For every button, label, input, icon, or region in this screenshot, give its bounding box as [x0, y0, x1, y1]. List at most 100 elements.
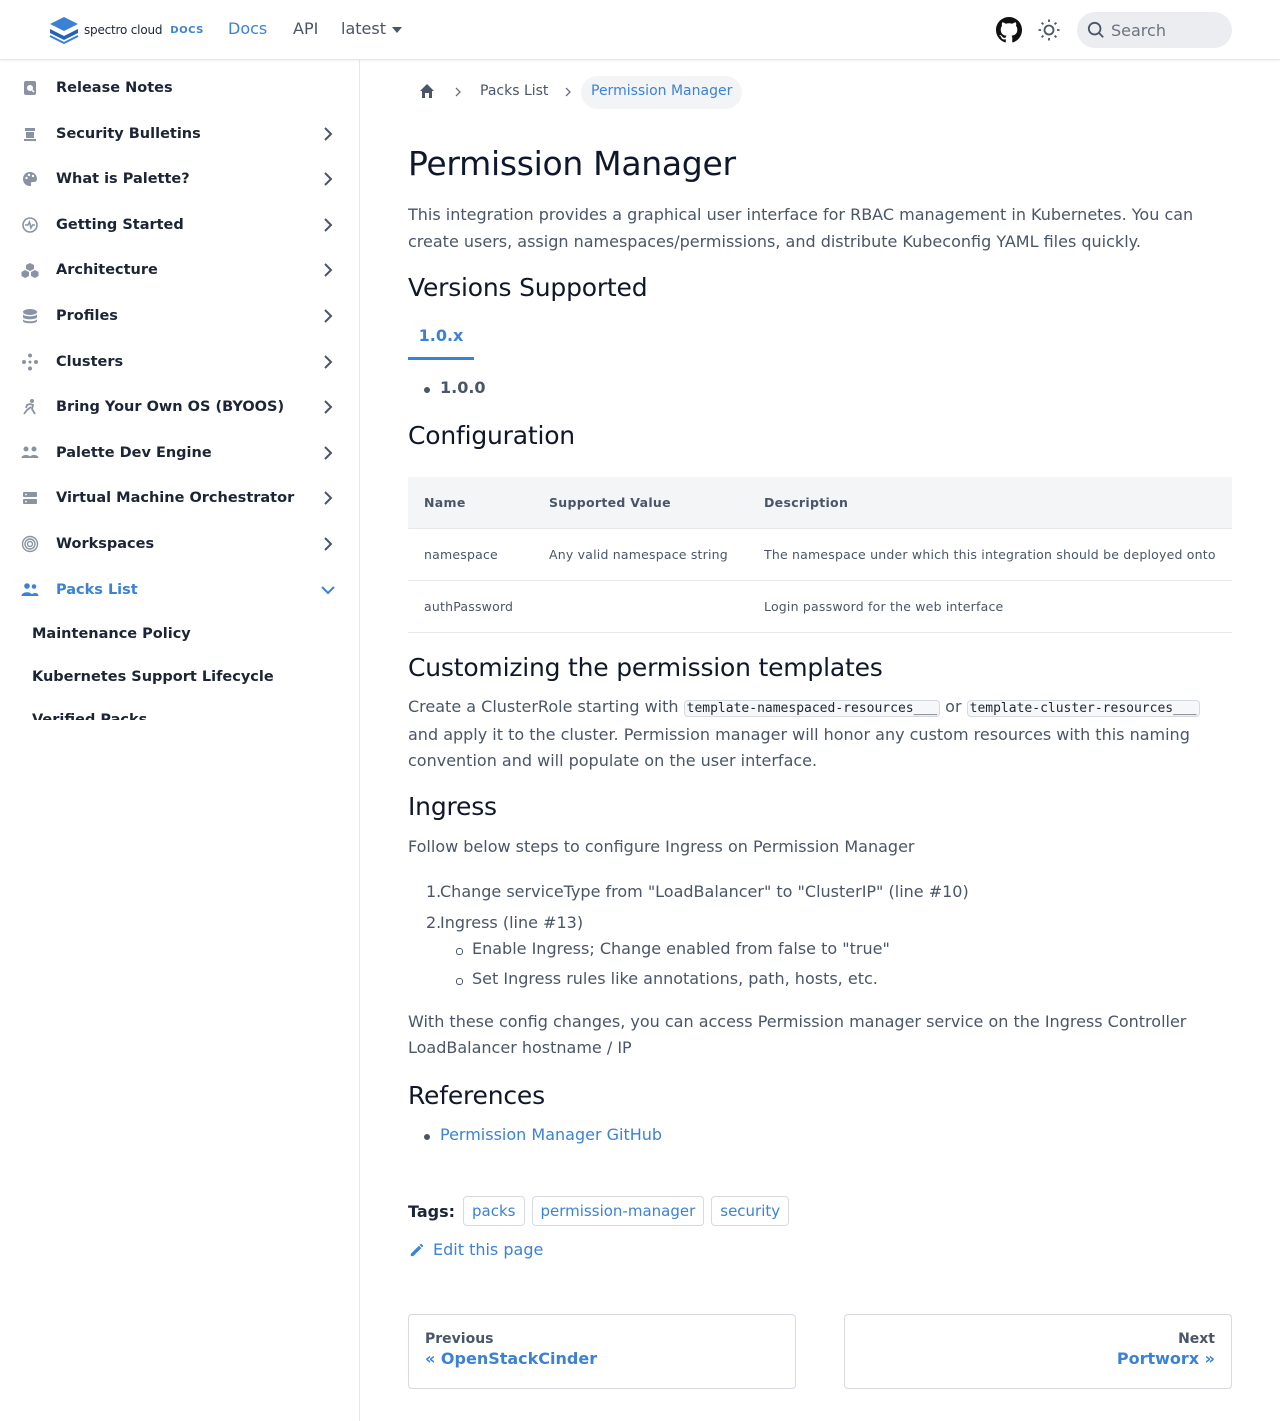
search-button[interactable]: Search [1077, 12, 1232, 48]
profiles-icon [23, 309, 37, 324]
sidebar-item-palette-dev-engine[interactable]: Palette Dev Engine [0, 431, 359, 475]
edit-page-link[interactable]: Edit this page [408, 1240, 543, 1259]
customizing-paragraph: Create a ClusterRole starting with templ… [408, 694, 1232, 774]
chevron-right-icon[interactable] [318, 306, 338, 326]
ingress-heading: Ingress [408, 792, 497, 821]
ingress-outro-line: With these config changes, you can acces… [408, 1012, 1187, 1031]
previous-page-button[interactable]: Previous « OpenStackCinder [408, 1314, 796, 1389]
top-navbar: spectro cloud DOCS Docs API latest Searc… [0, 0, 1280, 60]
chevron-right-icon[interactable] [318, 534, 338, 554]
chevron-right-icon[interactable] [318, 169, 338, 189]
reference-item: Permission Manager GitHub [423, 1125, 662, 1144]
chevron-right-icon[interactable] [318, 443, 338, 463]
clusters-icon [22, 353, 38, 371]
sidebar-item-byoos[interactable]: Bring Your Own OS (BYOOS) [0, 385, 359, 429]
nav-docs-link[interactable]: Docs [228, 19, 267, 38]
architecture-icon [21, 263, 39, 278]
chevron-right-icon [565, 87, 571, 97]
versions-heading: Versions Supported [408, 273, 648, 302]
table-cell-supported-value [533, 580, 748, 633]
sidebar-item-label: Virtual Machine Orchestrator [56, 490, 295, 506]
logo-docs-label: DOCS [170, 24, 204, 36]
chevron-right-icon[interactable] [318, 352, 338, 372]
references-heading: References [408, 1081, 545, 1110]
sidebar-subitem-maintenance-policy[interactable]: Maintenance Policy [0, 612, 359, 656]
workspaces-icon [21, 535, 39, 553]
sidebar-item-virtual-machine-orchestrator[interactable]: Virtual Machine Orchestrator [0, 476, 359, 520]
release-notes-icon [24, 81, 36, 95]
nav-api-link[interactable]: API [293, 19, 318, 38]
getting-started-icon [22, 217, 38, 233]
tag-packs[interactable]: packs [463, 1196, 525, 1226]
next-page-button[interactable]: Next Portworx » [844, 1314, 1232, 1389]
sidebar-item-label: Workspaces [56, 536, 155, 552]
permission-manager-github-link[interactable]: Permission Manager GitHub [440, 1125, 662, 1144]
ingress-substep: Enable Ingress; Change enabled from fals… [456, 939, 890, 958]
ingress-intro: Follow below steps to configure Ingress … [408, 837, 915, 856]
chevron-right-icon[interactable] [318, 215, 338, 235]
sidebar-subitem-verified-packs[interactable]: Verified Packs [0, 698, 359, 720]
security-bulletins-icon [24, 128, 36, 141]
page-title: Permission Manager [408, 144, 736, 183]
breadcrumb-packs-list[interactable]: Packs List [480, 83, 548, 99]
sidebar: Release Notes Security Bulletins What is… [0, 60, 360, 1421]
sidebar-item-security-bulletins[interactable]: Security Bulletins [0, 112, 359, 156]
sidebar-item-getting-started[interactable]: Getting Started [0, 203, 359, 247]
inline-code: template-cluster-resources___ [966, 700, 1200, 717]
table-cell-name: authPassword [408, 580, 533, 633]
tag-permission-manager[interactable]: permission-manager [531, 1196, 705, 1226]
edit-page-label: Edit this page [433, 1240, 544, 1259]
site-logo[interactable]: spectro cloud DOCS [48, 15, 204, 45]
sidebar-item-label: Packs List [56, 582, 138, 598]
sidebar-item-packs-list[interactable]: Packs List [0, 568, 359, 612]
version-item: 1.0.0 [424, 378, 486, 397]
logo-text: spectro cloud [84, 23, 163, 37]
table-cell-description: Login password for the web interface [748, 580, 1232, 633]
chevron-right-icon[interactable] [318, 488, 338, 508]
tab-version-1-0-x[interactable]: 1.0.x [408, 314, 474, 360]
pager-next-title: Portworx » [1116, 1349, 1215, 1368]
table-cell-name: namespace [408, 528, 533, 581]
inline-code: template-namespaced-resources___ [683, 700, 941, 717]
sun-icon[interactable] [1037, 18, 1061, 42]
sidebar-item-label: Palette Dev Engine [56, 445, 212, 461]
byoos-icon [23, 399, 36, 415]
sidebar-item-what-is-palette[interactable]: What is Palette? [0, 157, 359, 201]
packs-list-icon [21, 583, 39, 596]
sidebar-item-label: Security Bulletins [56, 126, 201, 142]
column-header-description: Description [748, 477, 1232, 529]
github-icon[interactable] [996, 17, 1022, 43]
sidebar-item-label: Bring Your Own OS (BYOOS) [56, 399, 285, 415]
pencil-icon [410, 1243, 424, 1257]
sidebar-item-profiles[interactable]: Profiles [0, 294, 359, 338]
chevron-right-icon[interactable] [318, 397, 338, 417]
sidebar-item-workspaces[interactable]: Workspaces [0, 522, 359, 566]
sidebar-subitem-label: Kubernetes Support Lifecycle [32, 669, 274, 685]
step-number: 2. [426, 913, 442, 932]
dev-engine-icon [21, 446, 39, 458]
sidebar-item-release-notes[interactable]: Release Notes [0, 66, 359, 110]
chevron-down-icon[interactable] [318, 580, 338, 600]
sidebar-subitem-label: Verified Packs [32, 712, 148, 720]
tag-security[interactable]: security [711, 1196, 790, 1226]
sidebar-item-label: Clusters [56, 354, 124, 370]
spectro-cloud-logo-icon [49, 17, 79, 44]
home-icon[interactable] [418, 82, 436, 100]
sidebar-item-label: Release Notes [56, 80, 173, 96]
sidebar-item-clusters[interactable]: Clusters [0, 340, 359, 384]
chevron-right-icon[interactable] [318, 260, 338, 280]
intro-paragraph: This integration provides a graphical us… [408, 205, 1194, 251]
sidebar-item-label: Architecture [56, 262, 158, 278]
table-row: authPassword Login password for the web … [408, 580, 1232, 633]
sidebar-item-label: Profiles [56, 308, 118, 324]
configuration-table: Name Supported Value Description namespa… [408, 477, 1232, 633]
sidebar-menu: Release Notes Security Bulletins What is… [0, 60, 359, 720]
pager-previous-label: Previous [425, 1331, 494, 1347]
version-dropdown[interactable]: latest [341, 19, 402, 38]
ingress-outro: With these config changes, you can acces… [408, 1009, 1232, 1061]
search-placeholder: Search [1111, 20, 1166, 40]
search-icon [1087, 21, 1104, 38]
chevron-right-icon[interactable] [318, 124, 338, 144]
sidebar-subitem-kubernetes-support-lifecycle[interactable]: Kubernetes Support Lifecycle [0, 655, 359, 699]
sidebar-item-architecture[interactable]: Architecture [0, 248, 359, 292]
